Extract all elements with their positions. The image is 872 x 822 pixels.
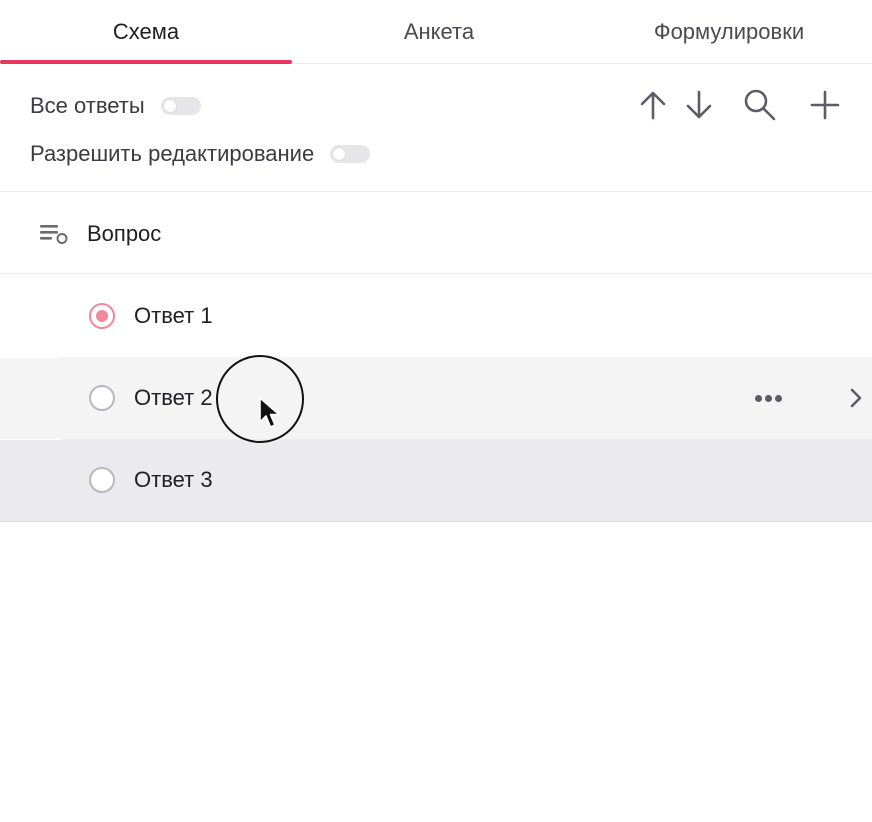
- all-answers-toggle[interactable]: [160, 97, 201, 115]
- more-dots-icon: [774, 394, 782, 402]
- tab-questionnaire[interactable]: Анкета: [292, 0, 586, 64]
- answer-row[interactable]: Ответ 1: [0, 275, 872, 357]
- answer-row[interactable]: Ответ 3: [0, 439, 872, 522]
- active-tab-indicator: [0, 60, 292, 64]
- tab-bar: Схема Анкета Формулировки: [0, 0, 872, 64]
- answer-radio-checked[interactable]: [89, 303, 115, 329]
- row-divider: [0, 357, 62, 358]
- allow-edit-label: Разрешить редактирование: [30, 141, 315, 166]
- search-icon: [744, 89, 776, 121]
- row-divider: [0, 439, 62, 440]
- allow-edit-setting: Разрешить редактирование: [30, 141, 371, 167]
- plus-icon: [810, 90, 840, 120]
- move-down-button[interactable]: [681, 87, 717, 123]
- settings-panel: Все ответы Разрешить редактирование: [0, 65, 872, 192]
- toggle-knob: [333, 148, 346, 160]
- answer-row[interactable]: Ответ 2: [0, 357, 872, 439]
- answer-radio[interactable]: [89, 385, 115, 411]
- answer-radio[interactable]: [89, 467, 115, 493]
- answer-label: Ответ 3: [134, 467, 213, 492]
- add-button[interactable]: [807, 87, 843, 123]
- question-list-icon: [40, 225, 68, 244]
- question-label: Вопрос: [87, 220, 162, 246]
- more-dots-icon: [754, 394, 762, 402]
- chevron-right-icon: [850, 388, 862, 408]
- search-button[interactable]: [742, 87, 778, 123]
- all-answers-label: Все ответы: [30, 93, 145, 118]
- answer-label: Ответ 2: [134, 385, 213, 410]
- expand-button[interactable]: [842, 382, 870, 414]
- tab-schema[interactable]: Схема: [0, 0, 292, 64]
- more-dots-icon: [764, 394, 772, 402]
- arrow-down-icon: [686, 90, 712, 119]
- tab-wording[interactable]: Формулировки: [586, 0, 872, 64]
- answer-label: Ответ 1: [134, 303, 213, 328]
- arrow-up-icon: [640, 91, 666, 120]
- move-up-button[interactable]: [635, 87, 671, 123]
- question-row[interactable]: Вопрос: [0, 193, 872, 274]
- toggle-knob: [163, 100, 176, 112]
- more-options-button[interactable]: [746, 382, 790, 414]
- allow-edit-toggle[interactable]: [330, 145, 371, 163]
- all-answers-setting: Все ответы: [30, 93, 201, 119]
